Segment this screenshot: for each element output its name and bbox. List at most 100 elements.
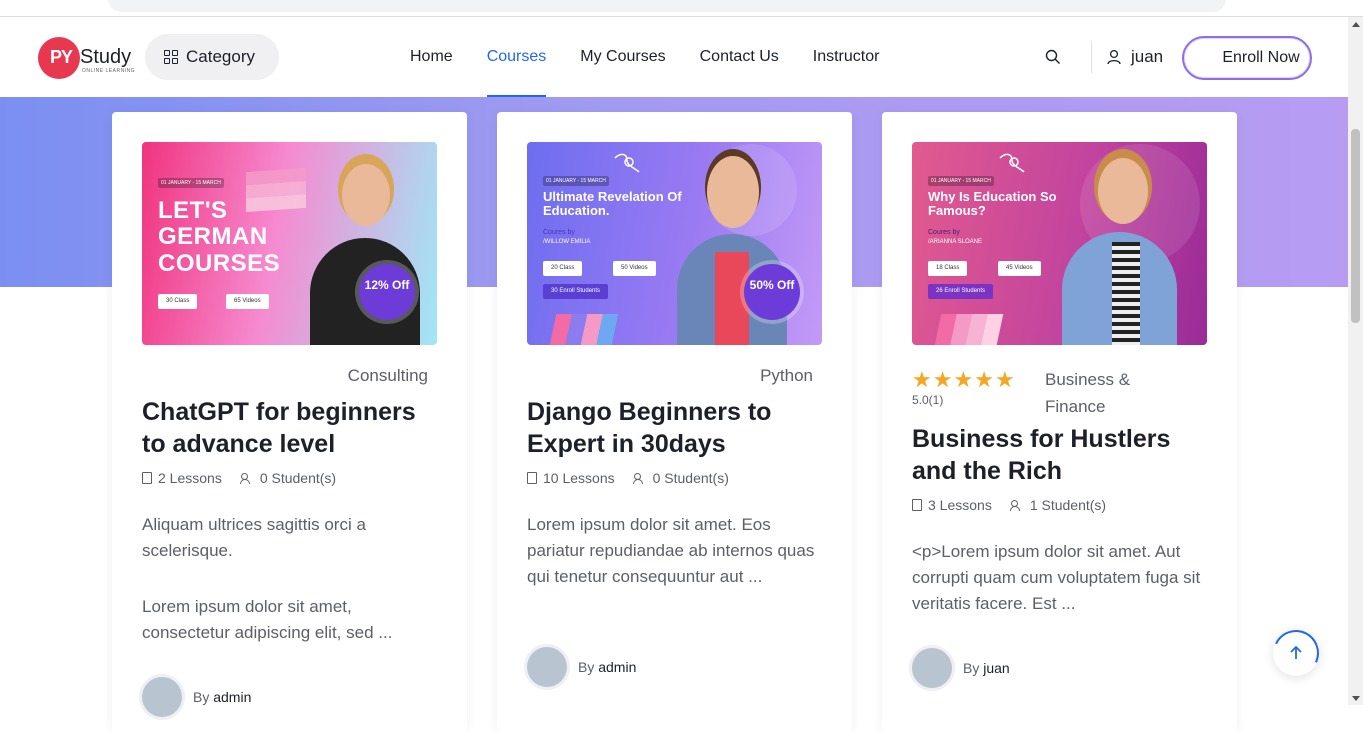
course-category[interactable]: Python: [760, 366, 813, 386]
doodle-icon: [999, 153, 1025, 173]
instructor-head: [342, 164, 390, 226]
book-icon: [142, 472, 152, 484]
course-author[interactable]: By admin: [142, 677, 251, 717]
course-title[interactable]: ChatGPT for beginners to advance level: [142, 396, 442, 460]
site-header: PY Study ONLINE LEARNING Category Home C…: [0, 17, 1348, 97]
thumb-teacher: /ARIANNA SLOANE: [928, 239, 983, 245]
thumb-enrolled: 26 Enroll Students: [928, 284, 994, 299]
author-name[interactable]: admin: [598, 659, 636, 675]
course-meta: 2 Lessons 0 Student(s): [142, 470, 336, 486]
course-author[interactable]: By juan: [912, 648, 1010, 688]
course-category[interactable]: Consulting: [348, 366, 428, 386]
category-button[interactable]: Category: [145, 34, 279, 80]
thumb-enrolled: 30 Enroll Students: [543, 284, 609, 299]
discount-badge: 12% Off: [359, 264, 415, 320]
thumb-date: 01 JANUARY - 15 MARCH: [543, 176, 609, 186]
thumb-chip-classes: 18 Class: [928, 261, 968, 276]
nav-my-courses[interactable]: My Courses: [563, 17, 682, 97]
lessons-text: 10 Lessons: [543, 470, 615, 486]
author-name[interactable]: admin: [213, 689, 251, 705]
page-scrollbar[interactable]: [1348, 17, 1363, 705]
thumb-chip-classes: 20 Class: [543, 261, 583, 276]
enroll-now-button[interactable]: Enroll Now: [1182, 36, 1312, 80]
instructor-shirt: [1112, 242, 1140, 345]
scroll-up-arrow-icon[interactable]: [1352, 22, 1360, 27]
nav-instructor[interactable]: Instructor: [796, 17, 897, 97]
users-icon: [1009, 499, 1024, 511]
thumb-chip-videos: 45 Videos: [998, 261, 1041, 276]
browser-toolbar: [0, 0, 1363, 17]
course-meta: 10 Lessons 0 Student(s): [527, 470, 729, 486]
scroll-to-top-button[interactable]: [1273, 630, 1319, 676]
thumb-date: 01 JANUARY - 15 MARCH: [928, 176, 994, 186]
course-author[interactable]: By admin: [527, 647, 636, 687]
star-icon: ★: [994, 367, 1015, 392]
star-icon: ★: [953, 367, 974, 392]
course-description-extra: Lorem ipsum dolor sit amet, consectetur …: [142, 597, 393, 642]
course-thumbnail[interactable]: 01 JANUARY - 15 MARCH Why Is Education S…: [912, 142, 1207, 345]
star-rating: ★ ★ ★ ★ ★: [912, 367, 1015, 392]
user-icon: [1107, 49, 1121, 65]
thumb-teacher: /WILLOW EMILIA: [543, 239, 591, 245]
lessons-count: 10 Lessons: [527, 470, 615, 486]
discount-badge: 50% Off: [744, 264, 800, 320]
category-label: Category: [186, 47, 255, 66]
user-menu[interactable]: juan: [1106, 47, 1163, 67]
username: juan: [1131, 47, 1164, 66]
course-title[interactable]: Django Beginners to Expert in 30days: [527, 396, 827, 460]
site-logo[interactable]: PY Study ONLINE LEARNING: [38, 35, 138, 81]
book-icon: [527, 472, 537, 484]
star-icon: ★: [912, 367, 932, 392]
books-graphic: [549, 314, 619, 345]
lessons-count: 2 Lessons: [142, 470, 222, 486]
author-line: By admin: [578, 659, 636, 675]
nav-home[interactable]: Home: [393, 17, 470, 97]
avatar: [527, 647, 567, 687]
avatar: [142, 677, 182, 717]
star-icon: ★: [932, 367, 953, 392]
main-nav: Home Courses My Courses Contact Us Instr…: [393, 17, 896, 97]
course-title[interactable]: Business for Hustlers and the Rich: [912, 423, 1212, 487]
scroll-down-arrow-icon[interactable]: [1352, 696, 1360, 701]
nav-contact-us[interactable]: Contact Us: [683, 17, 796, 97]
logo-name: Study: [80, 46, 132, 68]
address-bar[interactable]: [108, 0, 1226, 12]
thumb-course-by: Coures by: [928, 229, 960, 236]
author-line: By juan: [963, 660, 1010, 676]
doodle-icon: [614, 153, 640, 173]
course-rating: ★ ★ ★ ★ ★ 5.0(1): [912, 367, 1015, 408]
star-icon: ★: [974, 367, 994, 392]
students-text: 0 Student(s): [652, 470, 729, 486]
thumb-headline: Why Is Education So Famous?: [928, 189, 1057, 219]
logo-prefix: PY: [50, 47, 73, 67]
rating-score: 5.0(1): [912, 393, 944, 407]
students-count: 0 Student(s): [239, 470, 336, 486]
by-label: By: [578, 659, 595, 675]
header-divider: [1091, 41, 1092, 73]
grid-icon: [164, 50, 178, 64]
thumb-date: 01 JANUARY - 15 MARCH: [158, 178, 224, 188]
nav-courses[interactable]: Courses: [470, 17, 564, 97]
course-category[interactable]: Business & Finance: [1045, 366, 1175, 420]
instructor-head: [707, 156, 759, 228]
users-icon: [239, 472, 254, 484]
course-meta: 3 Lessons 1 Student(s): [912, 497, 1106, 513]
book-icon: [912, 499, 922, 511]
scrollbar-thumb[interactable]: [1351, 129, 1360, 323]
course-card[interactable]: 01 JANUARY - 15 MARCH LET'S GERMAN COURS…: [112, 112, 467, 732]
course-card[interactable]: 01 JANUARY - 15 MARCH Why Is Education S…: [882, 112, 1237, 732]
thumb-chip-videos: 65 Videos: [226, 294, 269, 309]
avatar: [912, 648, 952, 688]
author-name[interactable]: juan: [983, 660, 1009, 676]
students-text: 1 Student(s): [1029, 497, 1107, 513]
course-thumbnail[interactable]: 01 JANUARY - 15 MARCH Ultimate Revelatio…: [527, 142, 822, 345]
course-thumbnail[interactable]: 01 JANUARY - 15 MARCH LET'S GERMAN COURS…: [142, 142, 437, 345]
course-description: <p>Lorem ipsum dolor sit amet. Aut corru…: [912, 542, 1201, 613]
course-card[interactable]: 01 JANUARY - 15 MARCH Ultimate Revelatio…: [497, 112, 852, 732]
search-icon[interactable]: [1045, 49, 1061, 65]
students-count: 1 Student(s): [1009, 497, 1107, 513]
thumb-headline: LET'S GERMAN COURSES: [158, 197, 281, 277]
users-icon: [632, 472, 647, 484]
books-graphic: [934, 314, 1004, 345]
thumb-chip-videos: 50 Videos: [613, 261, 656, 276]
